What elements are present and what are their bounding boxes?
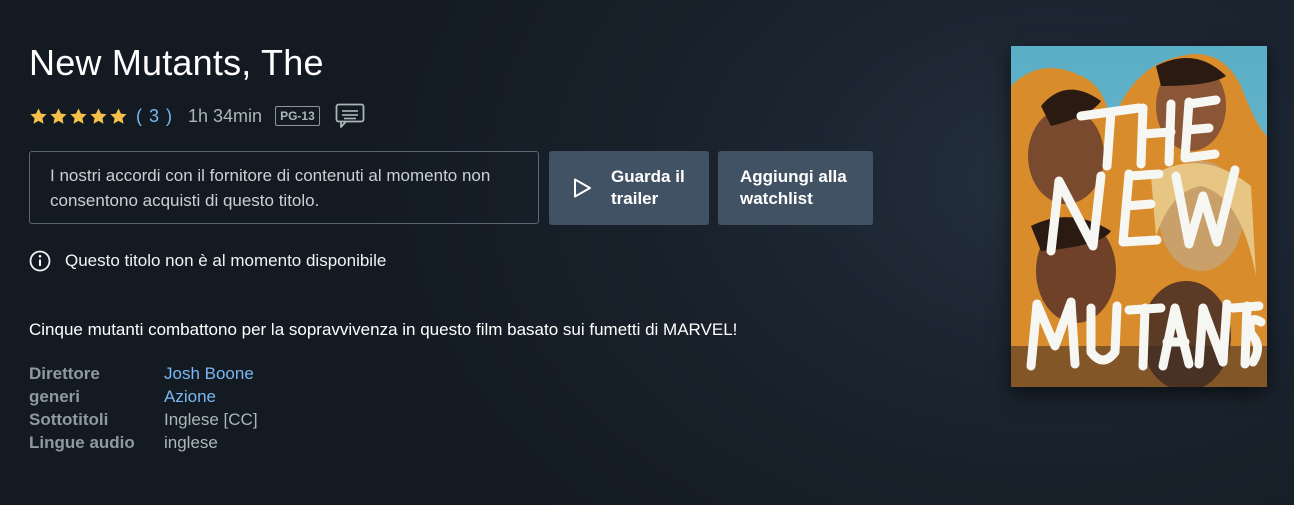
add-to-watchlist-label: Aggiungi alla watchlist	[740, 167, 847, 208]
director-link[interactable]: Josh Boone	[164, 362, 254, 385]
availability-text: Questo titolo non è al momento disponibi…	[65, 251, 387, 270]
purchase-notice: I nostri accordi con il fornitore di con…	[29, 151, 539, 224]
detail-label: Direttore	[29, 364, 100, 383]
star-icon	[70, 107, 87, 124]
star-icon	[50, 107, 67, 124]
add-to-watchlist-button[interactable]: Aggiungi alla watchlist	[718, 151, 873, 225]
detail-label: Lingue audio	[29, 433, 135, 452]
detail-label: Sottotitoli	[29, 410, 109, 429]
star-rating[interactable]	[29, 107, 128, 126]
play-icon	[574, 178, 591, 198]
detail-value: inglese	[164, 433, 218, 452]
detail-row-audio: Lingue audio inglese	[29, 431, 258, 454]
subtitles-icon	[335, 103, 365, 128]
availability-message: Questo titolo non è al momento disponibi…	[29, 250, 386, 272]
rating-count-link[interactable]: ( 3 )	[136, 106, 173, 127]
star-icon	[110, 107, 127, 124]
poster-art	[1011, 46, 1267, 387]
detail-row-director: Direttore Josh Boone	[29, 362, 258, 385]
detail-label: generi	[29, 387, 81, 406]
meta-row: ( 3 ) 1h 34min PG-13	[29, 101, 365, 131]
detail-row-genres: generi Azione	[29, 385, 258, 408]
detail-value: Inglese [CC]	[164, 410, 258, 429]
synopsis: Cinque mutanti combattono per la sopravv…	[29, 320, 738, 339]
star-icon	[90, 107, 107, 124]
watch-trailer-label: Guarda il trailer	[611, 167, 685, 208]
info-icon	[29, 250, 51, 272]
maturity-rating-badge: PG-13	[275, 106, 320, 126]
page-title: New Mutants, The	[29, 42, 324, 83]
details-list: Direttore Josh Boone generi Azione Sotto…	[29, 362, 258, 454]
star-icon	[30, 107, 47, 124]
movie-poster	[1011, 46, 1267, 387]
genre-link[interactable]: Azione	[164, 385, 216, 408]
detail-row-subtitles: Sottotitoli Inglese [CC]	[29, 408, 258, 431]
runtime: 1h 34min	[188, 105, 263, 126]
watch-trailer-button[interactable]: Guarda il trailer	[549, 151, 709, 225]
